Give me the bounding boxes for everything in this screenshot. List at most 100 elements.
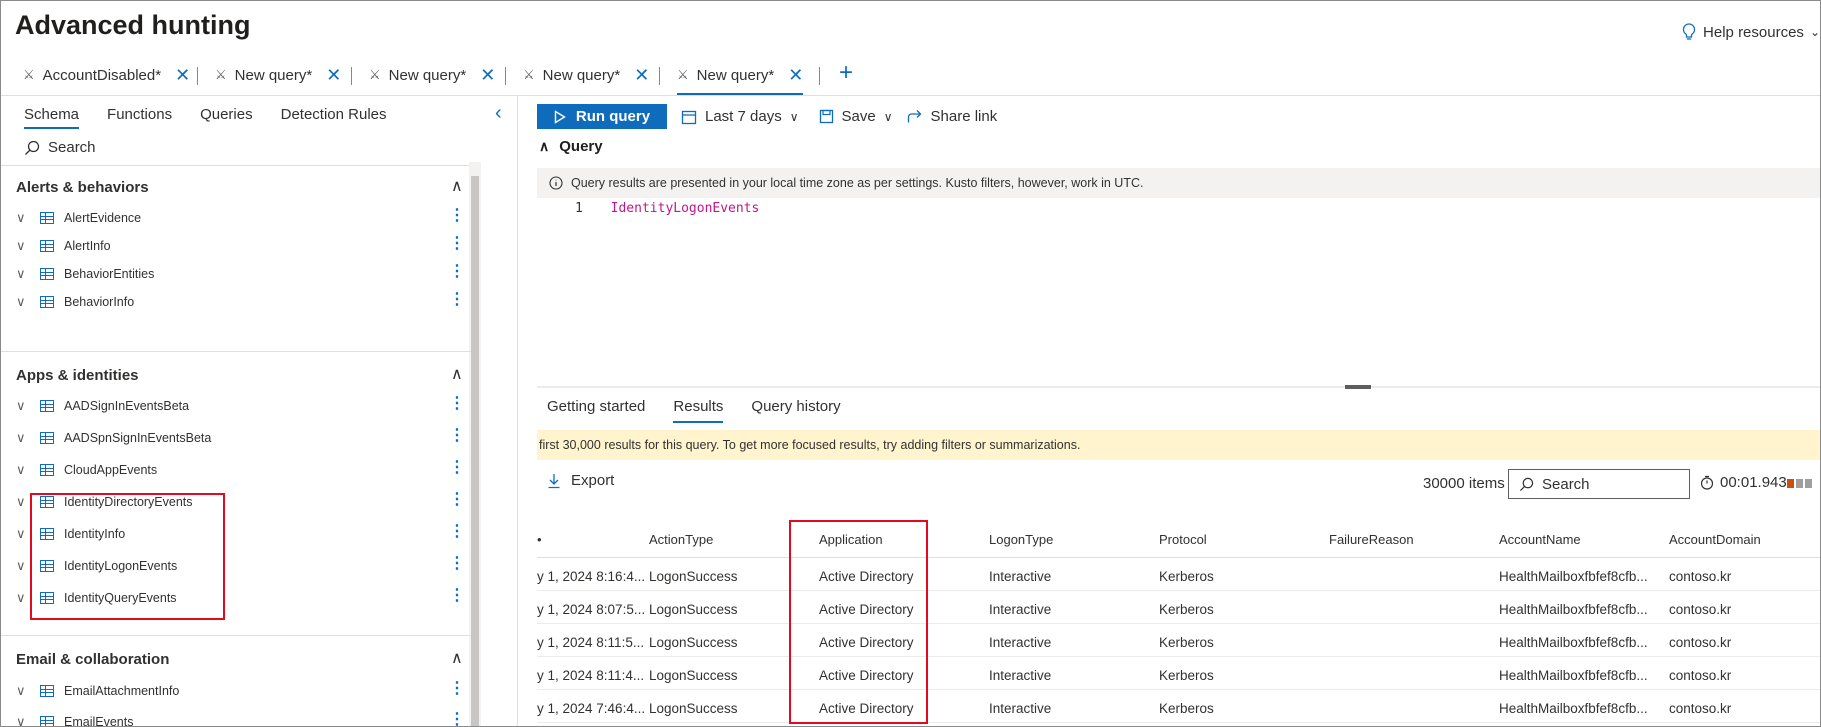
chevron-down-icon[interactable]: ∨: [16, 238, 34, 254]
table-row[interactable]: y 1, 2024 8:16:4... LogonSuccess Active …: [537, 562, 1820, 591]
export-button[interactable]: Export: [547, 472, 614, 489]
tab-functions[interactable]: Functions: [107, 106, 172, 129]
table-row[interactable]: y 1, 2024 7:46:4... LogonSuccess Active …: [537, 694, 1820, 723]
chevron-down-icon[interactable]: ∨: [16, 683, 34, 699]
table-item[interactable]: ∨ AADSignInEventsBeta ⋮: [16, 394, 465, 418]
tab-detection-rules[interactable]: Detection Rules: [281, 106, 387, 129]
cell-account-domain: contoso.kr: [1669, 635, 1732, 650]
close-icon[interactable]: ✕: [326, 65, 341, 86]
more-icon[interactable]: ⋮: [449, 235, 465, 253]
table-icon: [40, 212, 54, 224]
query-header[interactable]: ∧ Query: [539, 138, 603, 155]
table-item[interactable]: ∨ CloudAppEvents ⋮: [16, 458, 465, 482]
chevron-down-icon[interactable]: ∨: [16, 430, 34, 446]
table-item[interactable]: ∨ AADSpnSignInEventsBeta ⋮: [16, 426, 465, 450]
cell-logon-type: Interactive: [989, 602, 1052, 617]
splitter-grip[interactable]: [1345, 385, 1371, 389]
share-link-button[interactable]: Share link: [907, 108, 997, 125]
query-tab[interactable]: ⚔ AccountDisabled* ✕: [23, 57, 190, 93]
more-icon[interactable]: ⋮: [449, 207, 465, 225]
more-icon[interactable]: ⋮: [449, 711, 465, 726]
cell-timestamp: y 1, 2024 8:16:4...: [537, 569, 646, 584]
table-row[interactable]: y 1, 2024 8:11:5... LogonSuccess Active …: [537, 628, 1820, 657]
column-header[interactable]: FailureReason: [1329, 532, 1414, 547]
time-range-dropdown[interactable]: Last 7 days ∨: [681, 108, 799, 125]
tab-queries[interactable]: Queries: [200, 106, 253, 129]
close-icon[interactable]: ✕: [788, 65, 803, 86]
table-item[interactable]: ∨ EmailAttachmentInfo ⋮: [16, 679, 465, 703]
collapse-panel-icon[interactable]: ‹: [495, 102, 502, 125]
chevron-down-icon[interactable]: ∨: [16, 398, 34, 414]
table-row[interactable]: y 1, 2024 8:11:4... LogonSuccess Active …: [537, 661, 1820, 690]
table-item-label: CloudAppEvents: [64, 463, 158, 477]
save-dropdown[interactable]: Save ∨: [819, 108, 893, 125]
chevron-up-icon[interactable]: ∧: [451, 364, 463, 384]
column-header[interactable]: LogonType: [989, 532, 1053, 547]
more-icon[interactable]: ⋮: [449, 491, 465, 509]
column-header[interactable]: ActionType: [649, 532, 713, 547]
query-tab[interactable]: ⚔ New query* ✕: [523, 57, 649, 93]
help-resources-button[interactable]: Help resources ⌄: [1681, 23, 1820, 41]
more-icon[interactable]: ⋮: [449, 459, 465, 477]
more-icon[interactable]: ⋮: [449, 427, 465, 445]
query-tab[interactable]: ⚔ New query* ✕: [369, 57, 495, 93]
table-item-label: BehaviorInfo: [64, 295, 135, 309]
chevron-down-icon[interactable]: ∨: [16, 210, 34, 226]
chevron-down-icon[interactable]: ∨: [16, 266, 34, 282]
chevron-down-icon[interactable]: ∨: [16, 714, 34, 726]
close-icon[interactable]: ✕: [175, 65, 190, 86]
editor-splitter[interactable]: [537, 386, 1820, 388]
table-item-label: EmailAttachmentInfo: [64, 684, 180, 698]
scrollbar-thumb[interactable]: [471, 176, 479, 726]
column-header[interactable]: AccountDomain: [1669, 532, 1761, 547]
table-item-label: BehaviorEntities: [64, 267, 155, 281]
table-item[interactable]: ∨ EmailEvents ⋮: [16, 710, 465, 726]
more-icon[interactable]: ⋮: [449, 587, 465, 605]
close-icon[interactable]: ✕: [634, 65, 649, 86]
query-tab[interactable]: ⚔ New query* ✕: [215, 57, 341, 93]
search-icon: [1519, 477, 1534, 491]
column-header-truncated[interactable]: •: [537, 532, 542, 547]
column-header[interactable]: AccountName: [1499, 532, 1581, 547]
tab-getting-started[interactable]: Getting started: [547, 398, 645, 423]
run-query-label: Run query: [575, 108, 651, 125]
cell-account-name: HealthMailboxfbfef8cfb...: [1499, 668, 1648, 683]
close-icon[interactable]: ✕: [480, 65, 495, 86]
table-item[interactable]: ∨ AlertInfo ⋮: [16, 234, 465, 258]
chevron-up-icon[interactable]: ∧: [451, 648, 463, 668]
query-tab-active[interactable]: ⚔ New query* ✕: [677, 57, 804, 95]
table-item[interactable]: ∨ BehaviorInfo ⋮: [16, 290, 465, 314]
table-item[interactable]: ∨ AlertEvidence ⋮: [16, 206, 465, 230]
panel-divider[interactable]: [517, 96, 518, 726]
table-icon: [40, 296, 54, 308]
chevron-up-icon[interactable]: ∧: [451, 176, 463, 196]
cell-account-domain: contoso.kr: [1669, 668, 1732, 683]
info-text: Query results are presented in your loca…: [571, 176, 1144, 190]
chevron-down-icon[interactable]: ∨: [16, 294, 34, 310]
column-header[interactable]: Protocol: [1159, 532, 1207, 547]
more-icon[interactable]: ⋮: [449, 680, 465, 698]
more-icon[interactable]: ⋮: [449, 523, 465, 541]
add-tab-icon[interactable]: +: [839, 59, 853, 87]
table-item[interactable]: ∨ BehaviorEntities ⋮: [16, 262, 465, 286]
query-code[interactable]: IdentityLogonEvents: [611, 201, 760, 216]
save-label: Save: [841, 108, 876, 125]
chevron-down-icon[interactable]: ∨: [16, 462, 34, 478]
more-icon[interactable]: ⋮: [449, 263, 465, 281]
schema-search-label: Search: [48, 139, 96, 156]
cell-action-type: LogonSuccess: [649, 569, 738, 584]
tab-schema[interactable]: Schema: [24, 106, 80, 129]
more-icon[interactable]: ⋮: [449, 555, 465, 573]
table-row[interactable]: y 1, 2024 8:07:5... LogonSuccess Active …: [537, 595, 1820, 624]
results-search-input[interactable]: Search: [1508, 469, 1690, 499]
more-icon[interactable]: ⋮: [449, 395, 465, 413]
info-bar: Query results are presented in your loca…: [537, 168, 1820, 198]
more-icon[interactable]: ⋮: [449, 291, 465, 309]
run-query-button[interactable]: Run query: [537, 104, 667, 129]
tab-query-history[interactable]: Query history: [751, 398, 840, 423]
tab-results[interactable]: Results: [673, 398, 724, 423]
cell-action-type: LogonSuccess: [649, 602, 738, 617]
cell-protocol: Kerberos: [1159, 701, 1214, 716]
query-editor[interactable]: 1 IdentityLogonEvents: [575, 201, 759, 216]
schema-search[interactable]: Search: [24, 139, 96, 156]
